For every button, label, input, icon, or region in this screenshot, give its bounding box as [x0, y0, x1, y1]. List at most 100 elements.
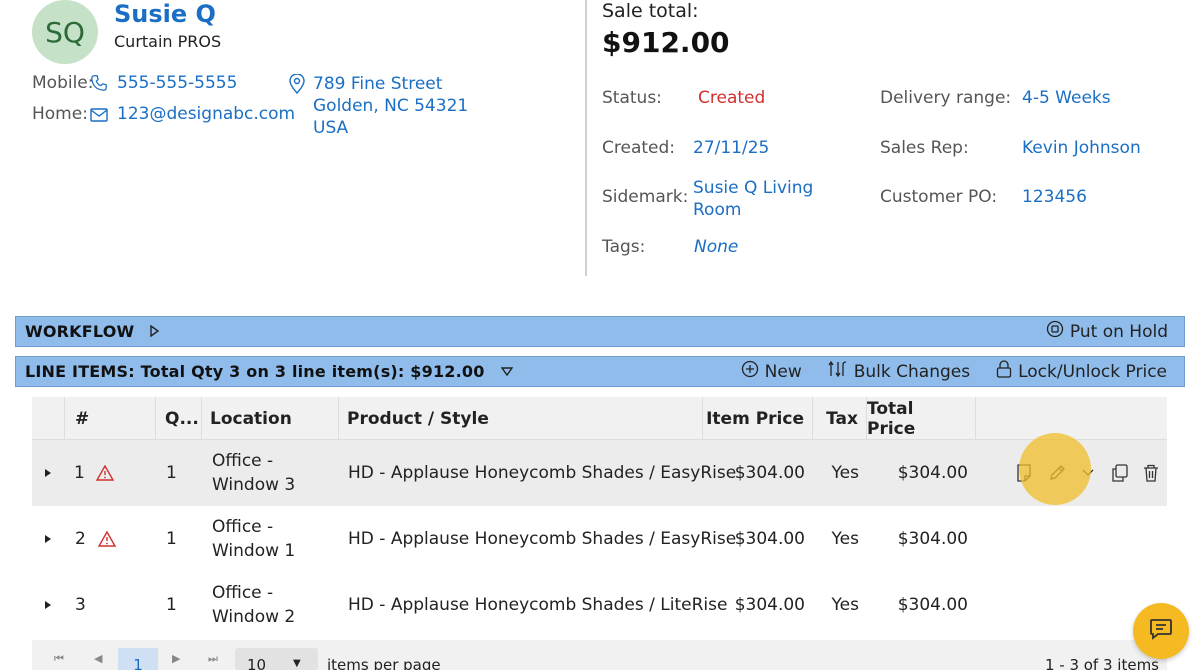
address-line-1: 789 Fine Street [313, 74, 443, 94]
lock-unlock-price-button[interactable]: Lock/Unlock Price [996, 360, 1167, 383]
row-quantity: 1 [166, 463, 177, 483]
avatar-initials: SQ [45, 15, 85, 49]
sales-rep-label: Sales Rep: [880, 138, 969, 158]
chat-button[interactable] [1133, 603, 1189, 659]
bulk-changes-label: Bulk Changes [853, 361, 971, 382]
row-tax: Yes [831, 463, 859, 483]
put-on-hold-button[interactable]: Put on Hold [1046, 320, 1168, 343]
status-value[interactable]: Created [698, 88, 765, 108]
lock-unlock-label: Lock/Unlock Price [1018, 361, 1167, 382]
header-tax[interactable]: Tax [813, 397, 867, 440]
warning-icon[interactable] [98, 506, 116, 572]
first-page-icon[interactable]: ⏮ [54, 652, 64, 666]
delivery-range-value[interactable]: 4-5 Weeks [1022, 88, 1111, 108]
trash-icon[interactable] [1143, 440, 1159, 506]
row-location-line-1: Office - [212, 451, 274, 471]
sales-rep-value[interactable]: Kevin Johnson [1022, 138, 1141, 158]
header-product-style[interactable]: Product / Style [339, 397, 703, 440]
chat-icon [1149, 618, 1173, 644]
mobile-label: Mobile: [32, 73, 94, 93]
row-location-line-1: Office - [212, 517, 274, 537]
table-row[interactable]: 2 1 Office - Window 1 HD - Applause Hone… [32, 506, 1167, 572]
header-spacer [32, 397, 65, 440]
row-product: HD - Applause Honeycomb Shades / LiteRis… [348, 595, 728, 615]
new-label: New [764, 361, 802, 382]
row-location: Office - Window 1 [212, 506, 295, 572]
last-page-icon[interactable]: ⏭ [208, 652, 218, 666]
home-label: Home: [32, 104, 88, 124]
header-location[interactable]: Location [202, 397, 339, 440]
customer-po-value[interactable]: 123456 [1022, 187, 1087, 207]
email-link[interactable]: 123@designabc.com [117, 104, 295, 124]
sale-total-label: Sale total: [602, 0, 699, 22]
row-tax: Yes [831, 529, 859, 549]
header-item-price[interactable]: Item Price [703, 397, 813, 440]
sidemark-line-1: Susie Q Living [693, 178, 814, 198]
per-page-value: 10 [247, 656, 267, 670]
next-page-icon[interactable]: ▶ [172, 652, 180, 665]
tags-label: Tags: [602, 237, 646, 257]
sidemark-value[interactable]: Susie Q Living Room [693, 177, 813, 221]
row-quantity: 1 [166, 529, 177, 549]
table-row[interactable]: 1 1 Office - Window 3 HD - Applause Hone… [32, 440, 1167, 506]
expand-row-icon[interactable] [44, 506, 52, 572]
warning-icon[interactable] [96, 440, 114, 506]
expand-row-icon[interactable] [44, 440, 52, 506]
put-on-hold-label: Put on Hold [1069, 321, 1168, 342]
sale-total-value: $912.00 [602, 26, 730, 59]
line-items-bar[interactable]: LINE ITEMS: Total Qty 3 on 3 line item(s… [15, 356, 1185, 387]
created-value[interactable]: 27/11/25 [693, 138, 769, 158]
row-product: HD - Applause Honeycomb Shades / EasyRis… [348, 463, 737, 483]
click-highlight [1019, 433, 1091, 505]
pause-circle-icon [1046, 320, 1064, 343]
bulk-changes-button[interactable]: Bulk Changes [828, 360, 970, 383]
address-link[interactable]: 789 Fine Street Golden, NC 54321 USA [313, 73, 468, 139]
header-quantity[interactable]: Q... [156, 397, 202, 440]
dropdown-arrow-icon: ▼ [293, 658, 301, 669]
status-label: Status: [602, 88, 662, 108]
current-page-button[interactable]: 1 [118, 648, 158, 670]
tags-value[interactable]: None [694, 237, 738, 257]
new-line-item-button[interactable]: New [741, 360, 802, 383]
prev-page-icon[interactable]: ◀ [94, 652, 102, 665]
plus-circle-icon [741, 360, 759, 383]
row-tax: Yes [831, 595, 859, 615]
row-product: HD - Applause Honeycomb Shades / EasyRis… [348, 529, 737, 549]
row-location-line-2: Window 1 [212, 541, 296, 561]
row-number: 2 [75, 529, 86, 549]
workflow-bar[interactable]: WORKFLOW Put on Hold [15, 316, 1185, 347]
phone-icon [90, 74, 108, 96]
row-location-line-2: Window 2 [212, 607, 296, 627]
location-pin-icon [289, 73, 305, 98]
pager-summary: 1 - 3 of 3 items [1044, 656, 1159, 670]
expand-row-icon[interactable] [44, 572, 52, 638]
copy-icon[interactable] [1111, 440, 1128, 506]
collapse-triangle-icon[interactable] [500, 362, 513, 381]
line-items-title: LINE ITEMS: Total Qty 3 on 3 line item(s… [25, 362, 485, 381]
mobile-phone-link[interactable]: 555-555-5555 [117, 73, 237, 93]
row-item-price: $304.00 [734, 463, 805, 483]
pager: ⏮ ◀ 1 ▶ ⏭ 10 ▼ items per page 1 - 3 of 3… [32, 640, 1167, 670]
row-location-line-2: Window 3 [212, 475, 296, 495]
row-item-price: $304.00 [734, 529, 805, 549]
address-line-2: Golden, NC 54321 [313, 96, 469, 116]
per-page-select[interactable]: 10 ▼ [235, 648, 318, 670]
customer-company: Curtain PROS [114, 32, 222, 51]
created-label: Created: [602, 138, 676, 158]
table-header: # Q... Location Product / Style Item Pri… [32, 397, 1167, 440]
expand-triangle-icon[interactable] [150, 322, 160, 341]
sidemark-label: Sidemark: [602, 187, 689, 207]
table-row[interactable]: 3 1 Office - Window 2 HD - Applause Hone… [32, 572, 1167, 638]
lock-icon [996, 360, 1012, 383]
avatar: SQ [32, 0, 98, 64]
address-line-3: USA [313, 118, 349, 138]
row-location: Office - Window 2 [212, 572, 295, 638]
header-total-price[interactable]: Total Price [867, 397, 976, 440]
row-item-price: $304.00 [734, 595, 805, 615]
header-number[interactable]: # [65, 397, 156, 440]
row-total-price: $304.00 [897, 529, 968, 549]
workflow-title: WORKFLOW [25, 322, 135, 341]
bulk-changes-icon [828, 360, 848, 383]
row-location-line-1: Office - [212, 583, 274, 603]
customer-name[interactable]: Susie Q [114, 0, 216, 28]
